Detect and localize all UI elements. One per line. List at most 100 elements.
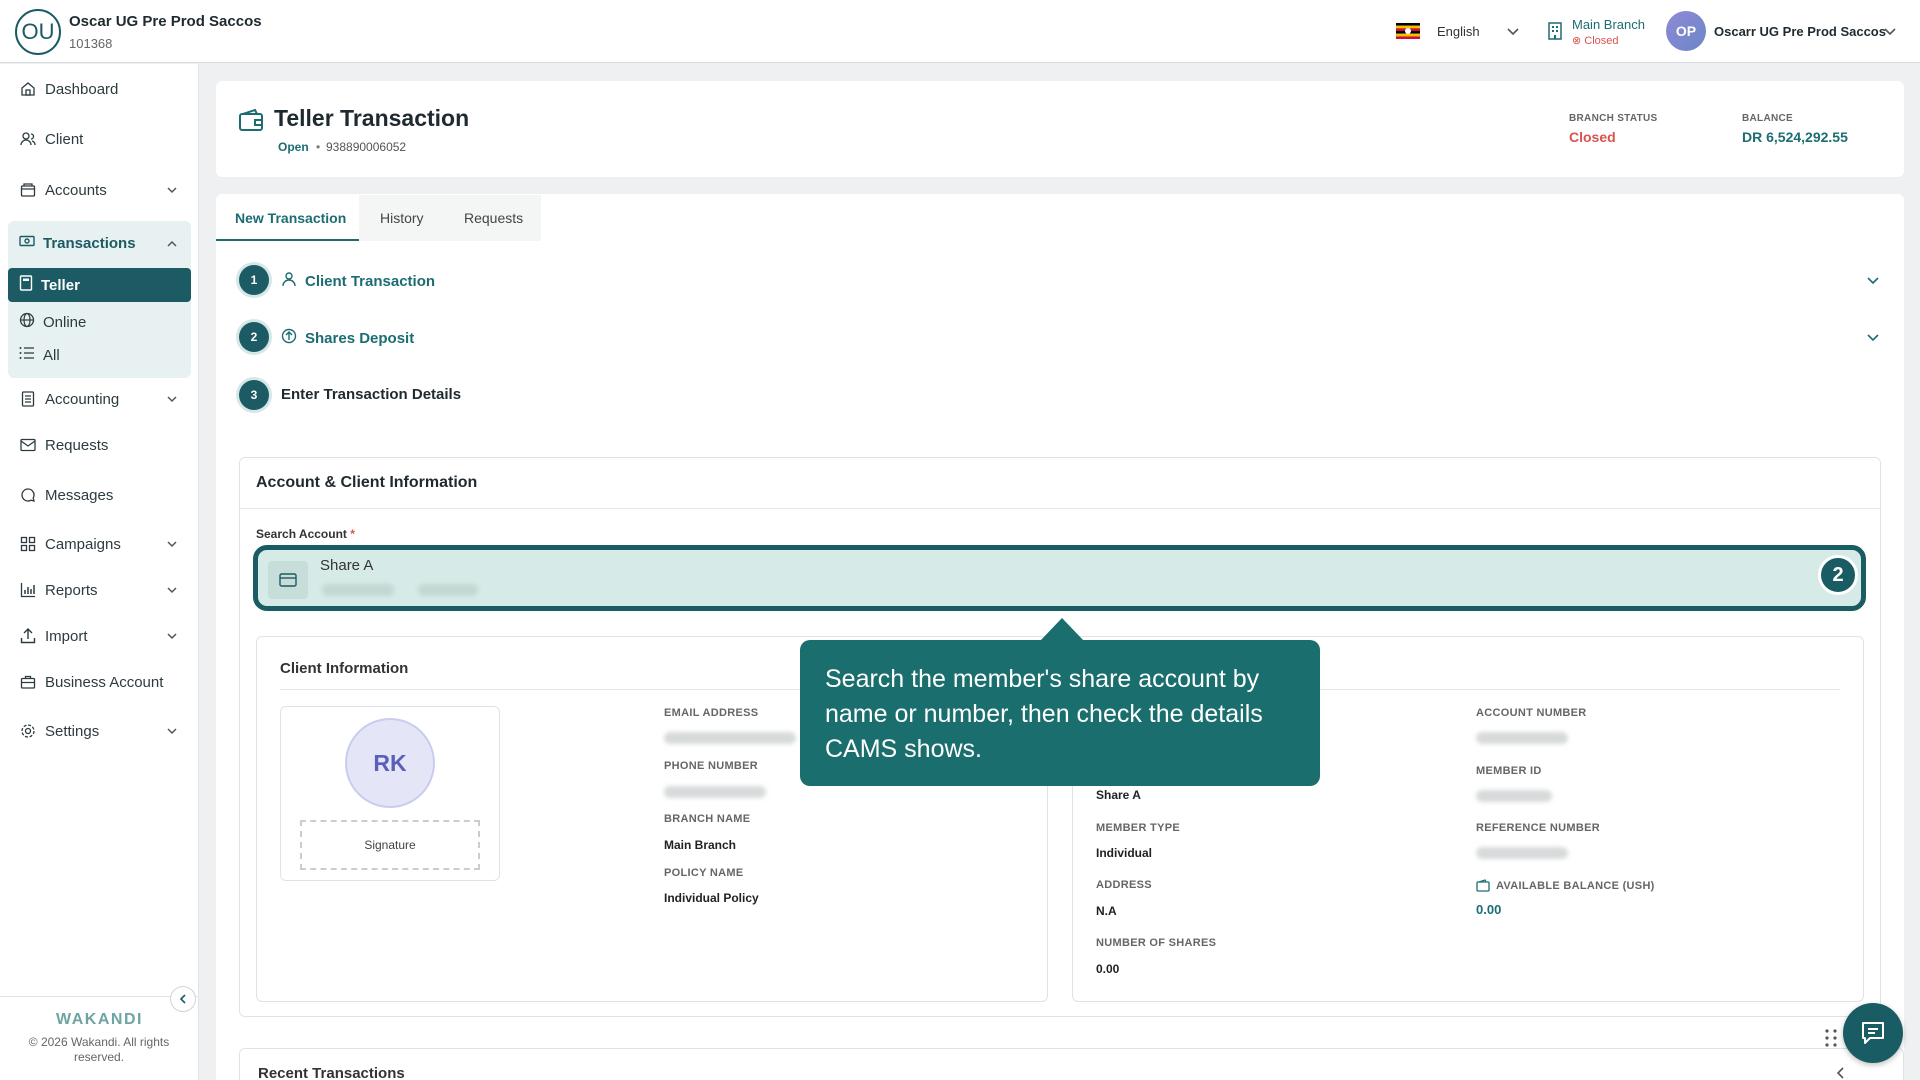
home-icon (19, 80, 37, 98)
redacted-member-id (1476, 790, 1552, 802)
sidebar-item-accounting[interactable]: Accounting (8, 381, 191, 417)
sidebar: Dashboard Client Accounts Transactions T… (0, 64, 199, 1080)
brand-logo: WAKANDI (56, 1011, 143, 1028)
chevron-up-icon[interactable] (165, 237, 179, 251)
chevron-down-icon (167, 396, 177, 403)
sidebar-item-dashboard[interactable]: Dashboard (8, 71, 191, 107)
step-client-transaction[interactable]: Client Transaction (281, 271, 435, 291)
step-enter-details: Enter Transaction Details (281, 386, 462, 403)
closed-x-icon: ⊗ (1572, 35, 1585, 47)
redacted-reference (1476, 847, 1568, 859)
shares-value: 0.00 (1096, 962, 1120, 976)
sidebar-item-label: Accounts (45, 181, 107, 199)
search-account-label: Search Account * (256, 527, 355, 541)
sidebar-item-label: Messages (45, 486, 114, 504)
sidebar-item-reports[interactable]: Reports (8, 572, 191, 608)
sidebar-item-business-account[interactable]: Business Account (8, 664, 191, 700)
sidebar-item-online[interactable]: Online (19, 312, 86, 332)
collapse-sidebar-button[interactable] (170, 986, 196, 1012)
chevron-down-icon (167, 728, 177, 735)
branch-name[interactable]: Main Branch (1572, 17, 1645, 32)
tab-history[interactable]: History (380, 210, 424, 226)
step-1-number: 1 (239, 265, 269, 295)
sidebar-item-label: Teller (41, 276, 80, 294)
sidebar-item-teller[interactable]: Teller (8, 268, 191, 302)
gear-icon (19, 722, 37, 740)
chevron-left-icon[interactable] (1834, 1066, 1848, 1080)
sidebar-item-import[interactable]: Import (8, 618, 191, 654)
sidebar-item-client[interactable]: Client (8, 121, 191, 157)
chevron-down-icon[interactable] (1882, 23, 1898, 39)
sidebar-item-messages[interactable]: Messages (8, 477, 191, 513)
tooltip-arrow (1040, 618, 1084, 641)
sidebar-item-label: Import (45, 627, 88, 645)
wallet-icon (239, 108, 263, 131)
teller-state: Open (278, 140, 309, 154)
card-icon (268, 561, 308, 599)
chevron-down-icon (167, 633, 177, 640)
sidebar-item-requests[interactable]: Requests (8, 427, 191, 463)
client-avatar: RK (345, 718, 435, 808)
language-selector[interactable]: English (1437, 24, 1480, 39)
wallet-icon (19, 181, 37, 199)
member-id-label: MEMBER ID (1476, 765, 1542, 777)
search-account-input[interactable] (253, 545, 1866, 611)
ledger-icon (19, 390, 37, 408)
panel-title: Account & Client Information (256, 474, 478, 491)
step-shares-deposit[interactable]: Shares Deposit (281, 328, 414, 348)
balance-value: DR 6,524,292.55 (1742, 129, 1848, 145)
user-icon (281, 271, 297, 291)
redacted-phone (664, 786, 766, 798)
step-badge: 2 (1818, 555, 1858, 595)
tab-requests[interactable]: Requests (464, 210, 523, 226)
guide-tooltip: Search the member's share account by nam… (800, 640, 1320, 786)
chat-button[interactable] (1843, 1003, 1903, 1063)
chevron-down-icon (167, 587, 177, 594)
chevron-down-icon[interactable] (1865, 329, 1881, 345)
recent-transactions-title: Recent Transactions (258, 1065, 405, 1080)
copyright: © 2026 Wakandi. All rights reserved. (28, 1035, 170, 1064)
sidebar-item-label: Requests (45, 436, 109, 454)
sidebar-item-settings[interactable]: Settings (8, 713, 191, 749)
search-label-text: Search Account (256, 527, 347, 541)
sidebar-item-campaigns[interactable]: Campaigns (8, 526, 191, 562)
branch-status-value: Closed (1569, 129, 1616, 145)
branch-value: Main Branch (664, 838, 737, 852)
user-avatar[interactable]: OP (1666, 11, 1706, 51)
tab-new-transaction[interactable]: New Transaction (235, 210, 346, 226)
redacted-account-number (322, 584, 394, 596)
mail-icon (19, 436, 37, 454)
user-name[interactable]: Oscarr UG Pre Prod Saccos (1714, 24, 1886, 39)
sidebar-item-label: All (43, 346, 60, 364)
sidebar-item-label: Accounting (45, 390, 120, 408)
sidebar-item-transactions[interactable]: Transactions (19, 233, 136, 253)
phone-label: PHONE NUMBER (664, 760, 759, 772)
sidebar-item-all[interactable]: All (19, 346, 60, 364)
globe-icon (19, 312, 35, 332)
sidebar-item-label: Business Account (45, 673, 164, 691)
wallet-icon (1476, 879, 1490, 892)
drag-handle-icon[interactable] (1824, 1028, 1838, 1048)
policy-label: POLICY NAME (664, 867, 744, 879)
chevron-down-icon[interactable] (1865, 272, 1881, 288)
branch-status-text: Closed (1584, 35, 1619, 47)
uganda-flag-icon (1396, 23, 1420, 39)
sidebar-item-label: Transactions (43, 234, 136, 252)
member-type-value: Individual (1096, 846, 1153, 860)
separator-dot: • (316, 140, 321, 154)
sidebar-item-accounts[interactable]: Accounts (8, 172, 191, 208)
sidebar-item-label: Dashboard (45, 80, 119, 98)
chevron-down-icon (167, 187, 177, 194)
signature-box[interactable]: Signature (300, 820, 480, 870)
org-avatar[interactable]: OU (15, 9, 61, 55)
chat-icon (1862, 1022, 1884, 1044)
email-label: EMAIL ADDRESS (664, 707, 759, 719)
branch-status-label: BRANCH STATUS (1569, 113, 1658, 124)
list-icon (19, 346, 35, 364)
search-account-value: Share A (320, 557, 374, 574)
branch-status: ⊗ Closed (1572, 34, 1619, 47)
sidebar-item-label: Online (43, 313, 87, 331)
chevron-down-icon[interactable] (1505, 23, 1521, 39)
chevron-left-icon (179, 994, 186, 1004)
address-label: ADDRESS (1096, 879, 1152, 891)
